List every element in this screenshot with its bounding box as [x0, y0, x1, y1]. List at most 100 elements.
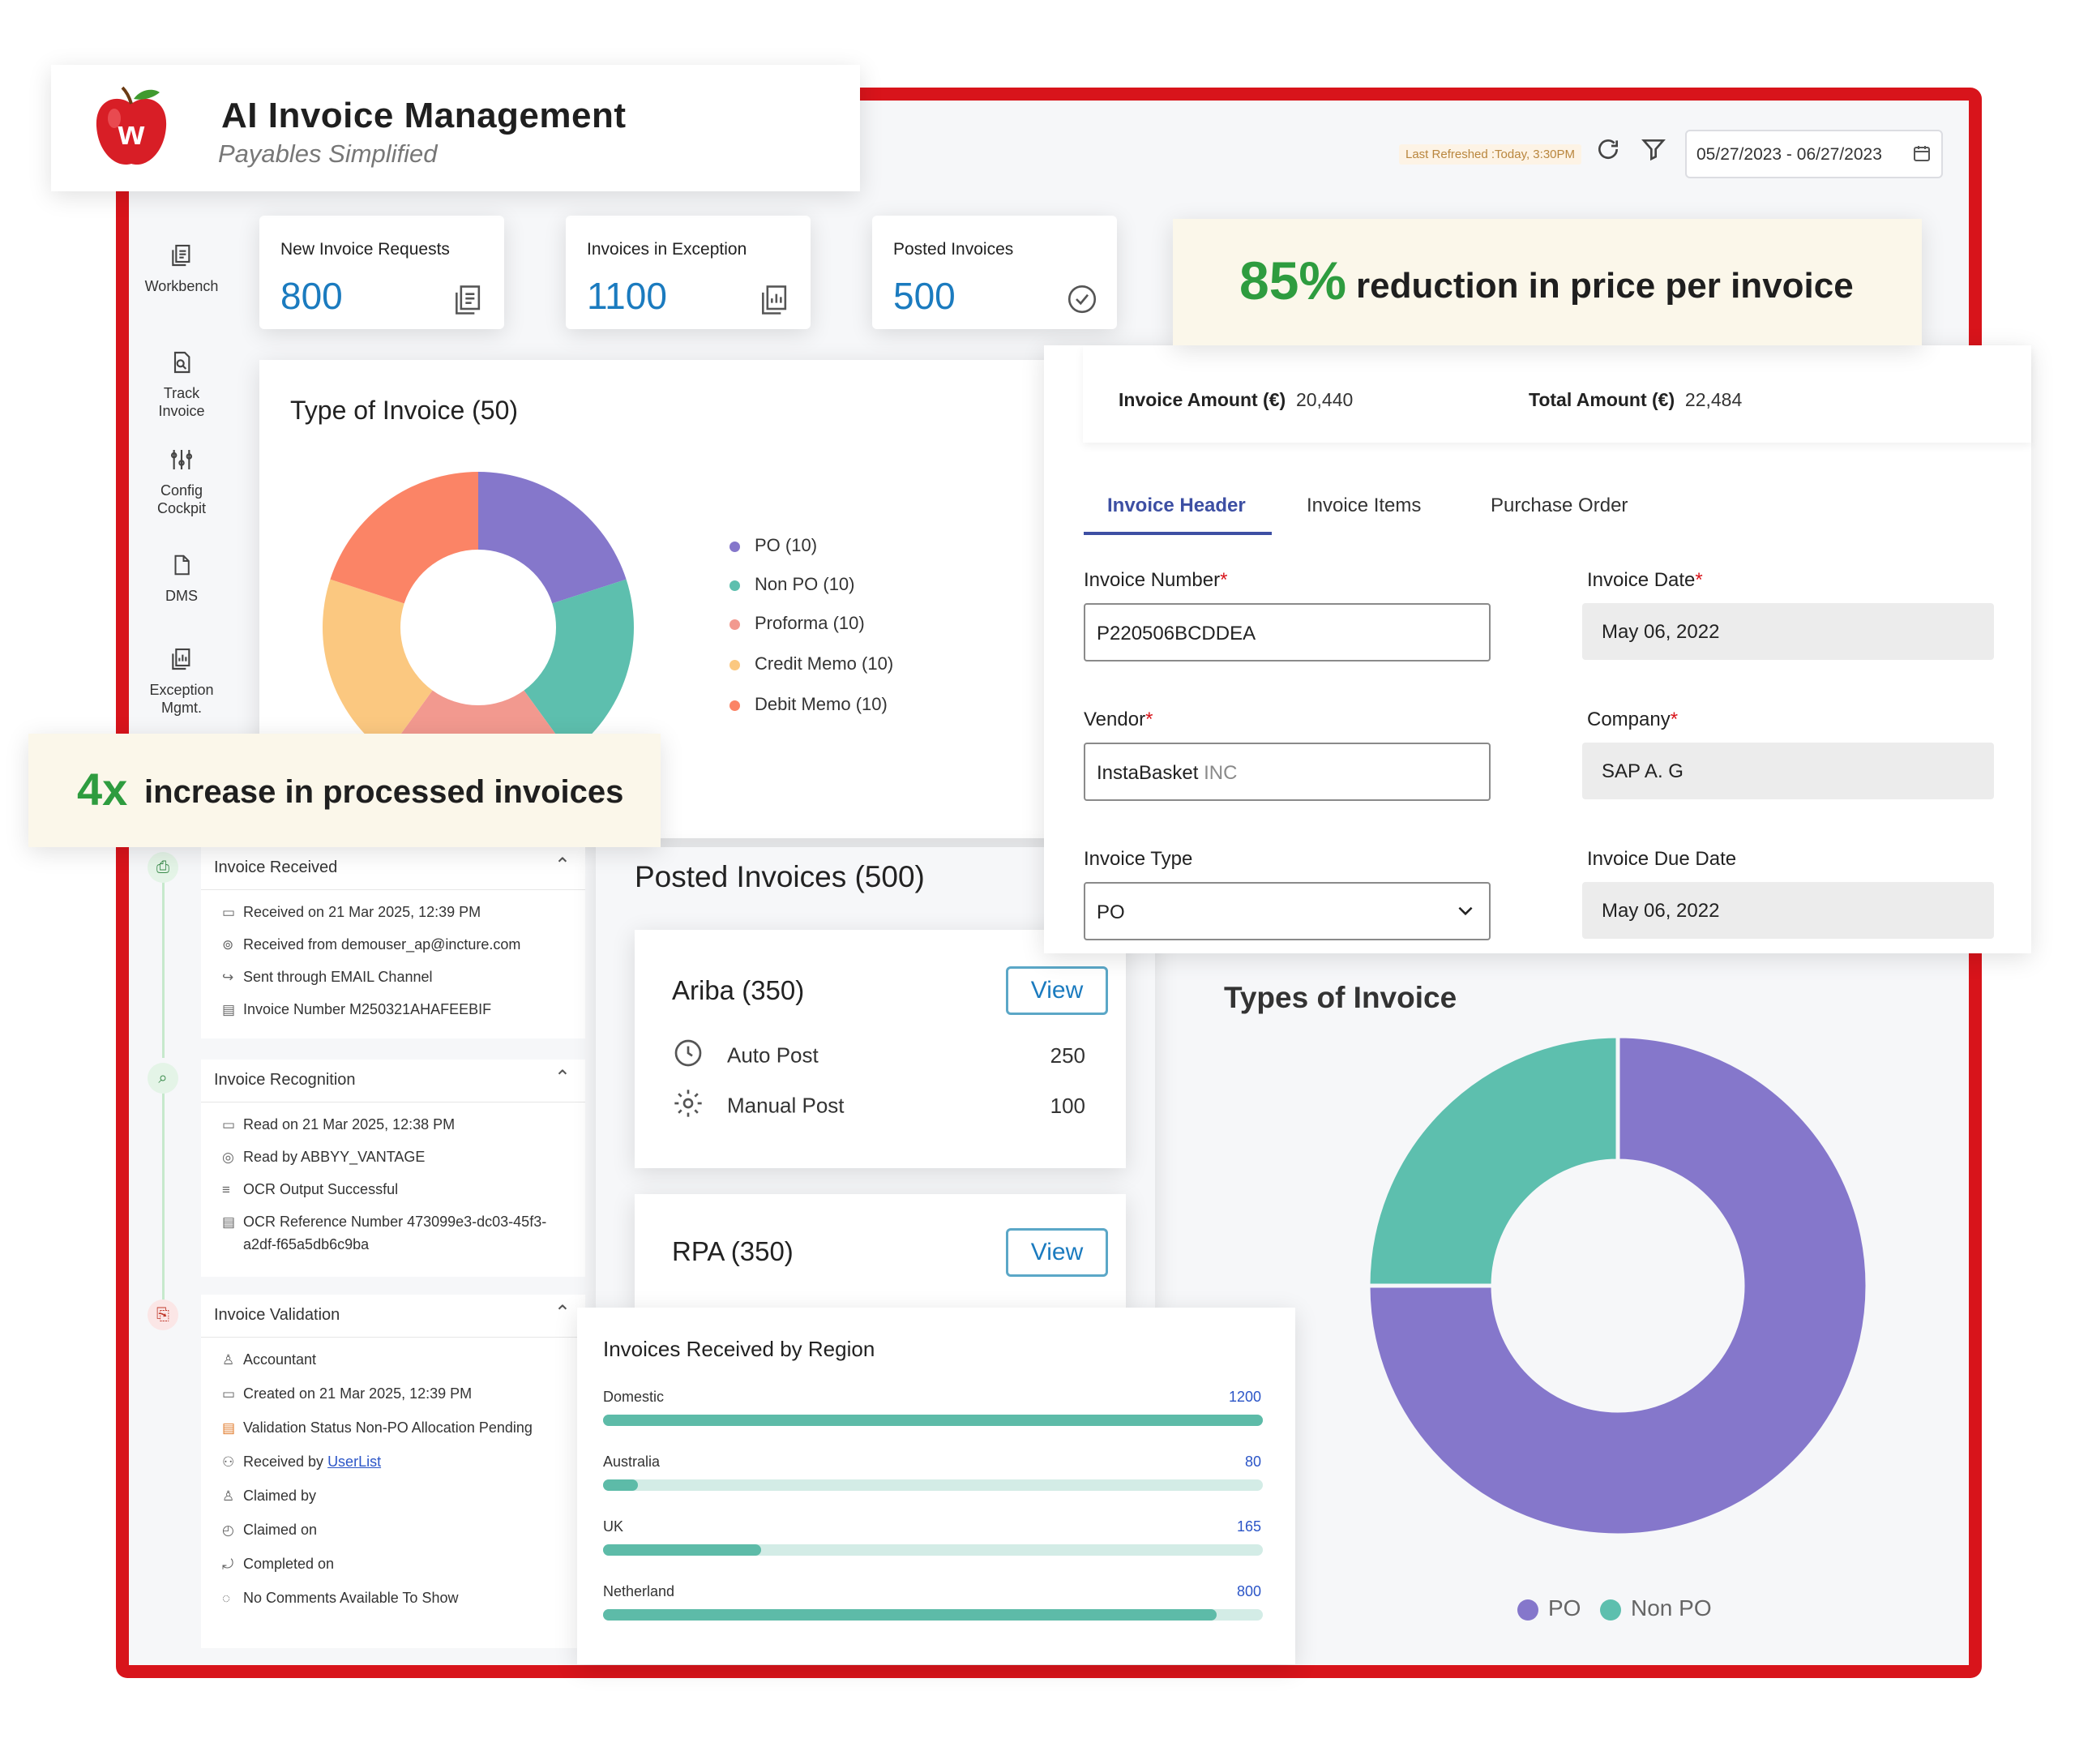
sidebar-item-workbench[interactable]: Workbench [129, 242, 234, 295]
legend-item-non-po[interactable]: Non PO (10) [729, 574, 855, 595]
auto-post-value: 250 [1050, 1043, 1085, 1068]
validation-icon: ⎘ [148, 1299, 178, 1330]
callout-highlight: 4x [77, 764, 128, 815]
date-range-value: 05/27/2023 - 06/27/2023 [1696, 145, 1882, 164]
legend-dot [1517, 1599, 1538, 1621]
region-title: Invoices Received by Region [603, 1337, 875, 1361]
timeline-card-header[interactable]: Invoice Validation ⌃ [201, 1295, 585, 1338]
invoice-number-input[interactable]: P220506BCDDEA [1084, 603, 1491, 662]
callout-price-reduction: 85% reduction in price per invoice [1173, 219, 1922, 345]
legend-item-non-po[interactable]: Non PO [1600, 1595, 1712, 1621]
chevron-down-icon [1455, 900, 1476, 927]
calendar-icon: ▭ [222, 1386, 236, 1402]
chevron-up-icon[interactable]: ⌃ [554, 1301, 571, 1325]
timeline-row: ⊚ Received from demouser_ap@incture.com [222, 936, 521, 953]
file-icon [129, 551, 234, 580]
stat-label: Invoices in Exception [587, 240, 747, 259]
timeline-row: ⚇ Received by UserList [222, 1454, 382, 1470]
sidebar-item-label: Config Cockpit [156, 482, 207, 516]
timeline-row: ↪ Sent through EMAIL Channel [222, 969, 433, 985]
filter-icon[interactable] [1641, 136, 1666, 169]
vendor-input[interactable]: InstaBasket INC [1084, 743, 1491, 801]
timeline-row: ▤ Validation Status Non-PO Allocation Pen… [222, 1419, 533, 1436]
region-bar-domestic[interactable] [603, 1415, 1263, 1426]
legend-label: PO (10) [755, 535, 818, 555]
invoice-timeline: ⎙ ⌕ ⎘ Invoice Received ⌃ ▭ Received on 21… [139, 847, 593, 1650]
search-document-icon [129, 349, 234, 378]
invoice-detail-form: Invoice Amount (€) 20,440 Total Amount (… [1044, 345, 2031, 953]
invoice-type-select[interactable]: PO [1084, 882, 1491, 940]
stat-label: New Invoice Requests [280, 240, 450, 259]
donut-slice-po[interactable] [478, 472, 627, 604]
stat-card-new-invoice-requests[interactable]: New Invoice Requests 800 [259, 216, 504, 329]
legend-item-po[interactable]: PO [1517, 1595, 1581, 1621]
comment-icon: ◌ [222, 1591, 231, 1606]
timeline-row: ◴ Claimed on [222, 1522, 318, 1538]
calendar-icon [1912, 143, 1932, 169]
types-of-invoice-title: Types of Invoice [1224, 981, 1457, 1014]
region-bar-netherland[interactable] [603, 1609, 1217, 1621]
sidebar-item-dms[interactable]: DMS [129, 551, 234, 605]
region-bar-australia[interactable] [603, 1479, 639, 1491]
active-tab-indicator [1084, 532, 1272, 535]
tab-purchase-order[interactable]: Purchase Order [1491, 495, 1628, 517]
legend-label: Non PO (10) [755, 574, 855, 594]
region-name: Netherland [603, 1583, 675, 1599]
stat-card-invoices-in-exception[interactable]: Invoices in Exception 1100 [566, 216, 811, 329]
user-list-link[interactable]: UserList [327, 1454, 381, 1470]
legend-label: Non PO [1631, 1595, 1712, 1621]
refresh-icon[interactable] [1595, 136, 1621, 169]
completed-icon: ⤾ [222, 1556, 234, 1572]
invoices-by-region-card: Invoices Received by Region Domestic 1200… [577, 1308, 1295, 1664]
timeline-card-header[interactable]: Invoice Received ⌃ [201, 847, 585, 890]
stat-card-posted-invoices[interactable]: Posted Invoices 500 [872, 216, 1117, 329]
sidebar-item-track-invoice[interactable]: Track Invoice [129, 349, 234, 420]
chevron-up-icon[interactable]: ⌃ [554, 1066, 571, 1090]
legend-dot [1600, 1599, 1621, 1621]
total-amount: Total Amount (€) 22,484 [1529, 389, 1743, 410]
tab-invoice-items[interactable]: Invoice Items [1307, 495, 1421, 517]
donut-slice-debit-memo[interactable] [330, 472, 478, 604]
region-bar-track [603, 1479, 1263, 1491]
sidebar-item-exception-mgmt[interactable]: Exception Mgmt. [129, 645, 234, 717]
chart-document-icon [757, 282, 793, 325]
legend-item-po[interactable]: PO (10) [729, 535, 817, 556]
invoice-number-label: Invoice Number* [1084, 569, 1228, 591]
legend-label: Credit Memo (10) [755, 653, 894, 674]
timeline-row: ▭ Read on 21 Mar 2025, 12:38 PM [222, 1116, 456, 1132]
timeline-card-title: Invoice Validation [214, 1306, 340, 1324]
region-name: Domestic [603, 1389, 665, 1405]
legend-item-debit-memo[interactable]: Debit Memo (10) [729, 694, 888, 715]
timeline-card-header[interactable]: Invoice Recognition ⌃ [201, 1060, 585, 1102]
legend-item-credit-memo[interactable]: Credit Memo (10) [729, 653, 893, 674]
clock-document-icon: ◴ [222, 1522, 234, 1538]
timeline-row: ▭ Received on 21 Mar 2025, 12:39 PM [222, 904, 481, 920]
sidebar-item-config-cockpit[interactable]: Config Cockpit [129, 446, 234, 517]
date-range-picker[interactable]: 05/27/2023 - 06/27/2023 [1685, 130, 1943, 178]
type-of-invoice-title: Type of Invoice (50) [290, 396, 519, 425]
region-bar-uk[interactable] [603, 1544, 762, 1556]
timeline-row: ◌ No Comments Available To Show [222, 1590, 459, 1606]
timeline-row: ♙ Claimed by [222, 1488, 317, 1504]
timeline-row: ≡ OCR Output Successful [222, 1181, 399, 1197]
timeline-connector [162, 880, 165, 1058]
donut-slice-non-po[interactable] [1366, 1034, 1620, 1288]
tab-invoice-header[interactable]: Invoice Header [1107, 495, 1246, 517]
legend-dot [729, 700, 740, 711]
document-icon: ▤ [222, 1214, 236, 1230]
view-button[interactable]: View [1006, 966, 1108, 1015]
region-value: 80 [1244, 1454, 1261, 1470]
callout-text: reduction in price per invoice [1356, 266, 1854, 306]
timeline-connector [162, 1090, 165, 1329]
sidebar-item-label: Workbench [144, 278, 219, 294]
region-name: UK [603, 1518, 624, 1535]
document-icon [451, 282, 486, 325]
sidebar: Workbench Track Invoice Config Cockpit D… [129, 191, 234, 734]
view-button[interactable]: View [1006, 1228, 1108, 1277]
chevron-up-icon[interactable]: ⌃ [554, 854, 571, 877]
app-subtitle: Payables Simplified [218, 139, 438, 168]
timeline-row: ♙ Accountant [222, 1351, 317, 1368]
legend-item-proforma[interactable]: Proforma (10) [729, 613, 865, 634]
posted-invoices-title: Posted Invoices (500) [635, 860, 925, 893]
timeline-row: ▤ OCR Reference Number 473099e3-dc03-45f3… [222, 1214, 547, 1230]
